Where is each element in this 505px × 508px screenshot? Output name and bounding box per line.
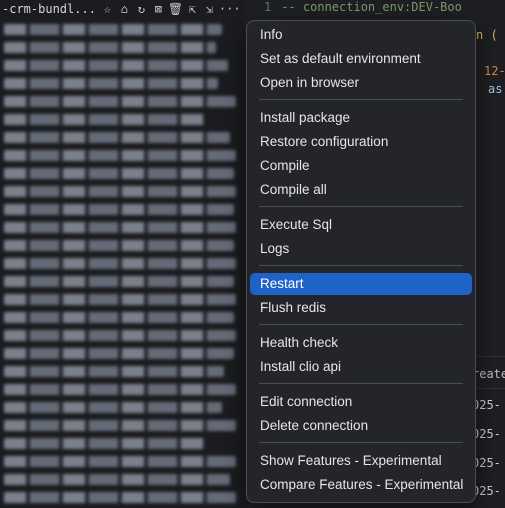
- code-fragment: n (: [476, 28, 498, 42]
- environment-list-item[interactable]: [4, 240, 234, 251]
- environment-sidebar: -crm-bundl... ☆ ⌂ ↻ ⊠ 🗑 ⇱ ⇲ ···: [0, 0, 244, 508]
- menu-item-flush-redis[interactable]: Flush redis: [250, 297, 472, 319]
- environment-list-item[interactable]: [4, 42, 216, 53]
- menu-item-open-in-browser[interactable]: Open in browser: [250, 72, 472, 94]
- menu-item-execute-sql[interactable]: Execute Sql: [250, 214, 472, 236]
- star-icon[interactable]: ☆: [100, 2, 115, 16]
- menu-item-set-default-environment[interactable]: Set as default environment: [250, 48, 472, 70]
- environment-list-item[interactable]: [4, 96, 236, 107]
- environment-list-item[interactable]: [4, 276, 234, 287]
- trash-icon[interactable]: 🗑: [168, 2, 183, 16]
- environment-list-item[interactable]: [4, 78, 218, 89]
- menu-item-install-clio-api[interactable]: Install clio api: [250, 356, 472, 378]
- environment-list-item[interactable]: [4, 186, 236, 197]
- close-box-icon[interactable]: ⊠: [151, 2, 166, 16]
- environment-list-item[interactable]: [4, 168, 234, 179]
- menu-separator: [259, 324, 463, 325]
- environment-list-item[interactable]: [4, 438, 204, 449]
- home-icon[interactable]: ⌂: [117, 2, 132, 16]
- table-cell: 025-: [472, 427, 501, 441]
- open-external-icon[interactable]: ⇱: [185, 2, 200, 16]
- environment-list-item[interactable]: [4, 474, 230, 485]
- column-header: reate: [472, 367, 505, 381]
- environment-list-item[interactable]: [4, 366, 224, 377]
- environment-list-item[interactable]: [4, 420, 236, 431]
- line-number: 1: [264, 0, 272, 14]
- sidebar-title: -crm-bundl...: [2, 2, 96, 16]
- refresh-icon[interactable]: ↻: [134, 2, 149, 16]
- line-text: -- connection_env:DEV-Boo: [281, 0, 462, 14]
- environment-list-item[interactable]: [4, 204, 234, 215]
- environment-list-item[interactable]: [4, 222, 236, 233]
- menu-separator: [259, 206, 463, 207]
- menu-item-compile-all[interactable]: Compile all: [250, 179, 472, 201]
- code-fragment: 12-: [484, 64, 505, 78]
- menu-separator: [259, 383, 463, 384]
- environment-list-item[interactable]: [4, 60, 228, 71]
- menu-item-edit-connection[interactable]: Edit connection: [250, 391, 472, 413]
- code-fragment: as: [488, 82, 503, 96]
- menu-item-install-package[interactable]: Install package: [250, 107, 472, 129]
- table-cell: 025-: [472, 456, 501, 470]
- table-cell: 025-: [472, 484, 501, 498]
- environment-list-item[interactable]: [4, 258, 236, 269]
- environment-list-item[interactable]: [4, 348, 234, 359]
- environment-list-item[interactable]: [4, 492, 236, 503]
- menu-item-compare-features-experimental[interactable]: Compare Features - Experimental: [250, 474, 472, 496]
- environment-list-item[interactable]: [4, 114, 204, 125]
- environment-list-item[interactable]: [4, 330, 236, 341]
- context-menu: Info Set as default environment Open in …: [246, 20, 476, 503]
- environment-list-item[interactable]: [4, 312, 234, 323]
- menu-item-logs[interactable]: Logs: [250, 238, 472, 260]
- environment-list-item[interactable]: [4, 132, 230, 143]
- menu-item-health-check[interactable]: Health check: [250, 332, 472, 354]
- menu-separator: [259, 265, 463, 266]
- environment-list-item[interactable]: [4, 456, 236, 467]
- environment-list-item[interactable]: [4, 150, 236, 161]
- menu-item-show-features-experimental[interactable]: Show Features - Experimental: [250, 450, 472, 472]
- environment-list-item[interactable]: [4, 402, 222, 413]
- menu-item-restore-configuration[interactable]: Restore configuration: [250, 131, 472, 153]
- sidebar-header: -crm-bundl... ☆ ⌂ ↻ ⊠ 🗑 ⇱ ⇲ ···: [0, 0, 244, 18]
- environment-list: [0, 24, 244, 503]
- menu-separator: [259, 442, 463, 443]
- environment-list-item[interactable]: [4, 294, 236, 305]
- menu-separator: [259, 99, 463, 100]
- code-line: 1 -- connection_env:DEV-Boo: [264, 0, 462, 18]
- menu-item-restart[interactable]: Restart: [250, 273, 472, 295]
- more-icon[interactable]: ···: [219, 2, 241, 16]
- menu-item-info[interactable]: Info: [250, 24, 472, 46]
- table-cell: 025-: [472, 398, 501, 412]
- environment-list-item[interactable]: [4, 24, 222, 35]
- share-icon[interactable]: ⇲: [202, 2, 217, 16]
- menu-item-delete-connection[interactable]: Delete connection: [250, 415, 472, 437]
- menu-item-compile[interactable]: Compile: [250, 155, 472, 177]
- environment-list-item[interactable]: [4, 384, 236, 395]
